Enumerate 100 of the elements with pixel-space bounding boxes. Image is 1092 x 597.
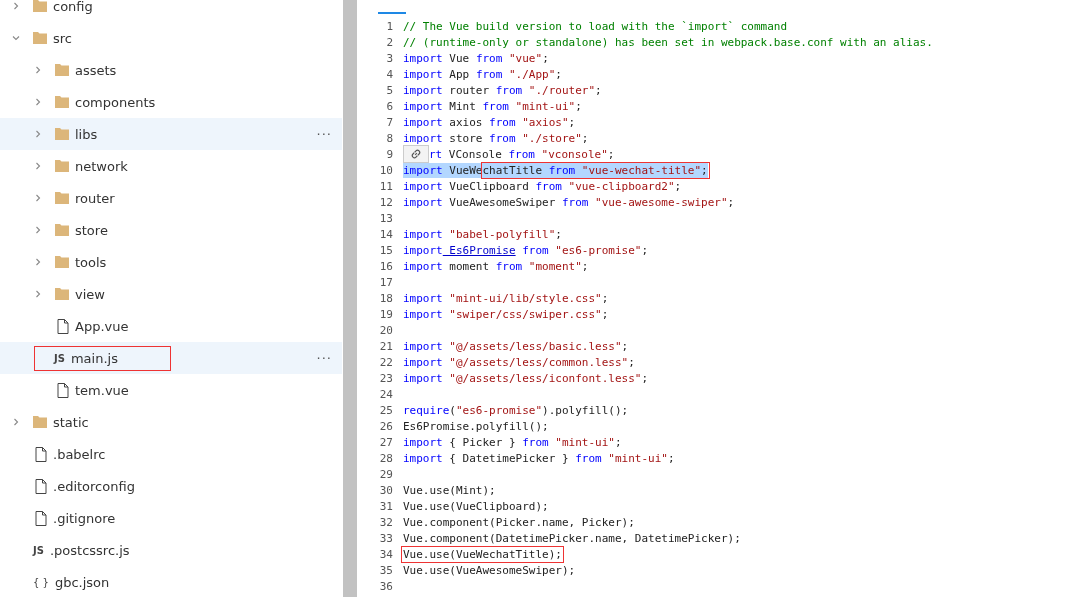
chevron-icon[interactable] — [33, 289, 43, 299]
file-name: static — [53, 414, 89, 430]
chevron-icon[interactable] — [33, 257, 43, 267]
code-line: import "mint-ui/lib/style.css"; — [403, 290, 609, 306]
tree-item[interactable]: JS main.js ··· — [0, 342, 342, 374]
line-number: 21 — [378, 339, 393, 353]
tree-item[interactable]: { } gbc.json — [0, 566, 342, 597]
line-number: 3 — [385, 51, 393, 65]
folder-icon — [33, 416, 47, 428]
tree-item[interactable]: view — [0, 278, 342, 310]
line-number: 26 — [378, 419, 393, 433]
more-button[interactable]: ··· — [316, 350, 332, 366]
line-number: 19 — [378, 307, 393, 321]
chevron-icon[interactable] — [11, 33, 21, 43]
line-number: 29 — [378, 467, 393, 481]
code-line: require("es6-promise").polyfill(); — [403, 402, 629, 418]
line-number: 4 — [385, 67, 393, 81]
more-button[interactable]: ··· — [316, 126, 332, 142]
code-line: Vue.component(DatetimePicker.name, DatetimePicker); — [403, 530, 741, 546]
tree-item[interactable]: .editorconfig — [0, 470, 342, 502]
chevron-icon[interactable] — [33, 97, 43, 107]
file-name: .babelrc — [53, 446, 106, 462]
tree-item[interactable]: static — [0, 406, 342, 438]
file-icon — [35, 446, 47, 462]
scrollbar[interactable] — [343, 0, 357, 597]
link-button[interactable] — [403, 145, 429, 163]
folder-icon — [55, 224, 69, 236]
file-icon — [35, 478, 47, 494]
code-line: import "babel-polyfill"; — [403, 226, 562, 242]
line-number: 27 — [378, 435, 393, 449]
code-line: import "@/assets/less/basic.less"; — [403, 338, 629, 354]
line-number: 2 — [385, 35, 393, 49]
file-type-label: JS — [54, 352, 65, 364]
line-number: 17 — [378, 275, 393, 289]
file-name: network — [75, 158, 128, 174]
tree-item[interactable]: libs ··· — [0, 118, 342, 150]
file-type-label: JS — [33, 544, 44, 556]
file-icon — [35, 510, 47, 526]
line-number: 9 — [385, 147, 393, 161]
chevron-icon[interactable] — [33, 193, 43, 203]
code-line: Vue.use(VueWechatTitle); — [403, 546, 562, 562]
file-name: main.js — [70, 350, 118, 366]
line-number: 12 — [378, 195, 393, 209]
folder-icon — [55, 96, 69, 108]
file-name: config — [53, 0, 93, 14]
folder-icon — [33, 0, 47, 12]
line-number: 36 — [378, 579, 393, 593]
folder-icon — [55, 64, 69, 76]
tree-item[interactable]: .babelrc — [0, 438, 342, 470]
line-number: 32 — [378, 515, 393, 529]
file-name: libs — [75, 126, 98, 142]
code-line: import Mint from "mint-ui"; — [403, 98, 582, 114]
line-number: 13 — [378, 211, 393, 225]
line-number: 33 — [378, 531, 393, 545]
folder-icon — [55, 256, 69, 268]
file-name: store — [75, 222, 108, 238]
tree-item[interactable]: router — [0, 182, 342, 214]
folder-icon — [55, 288, 69, 300]
code-line: import "swiper/css/swiper.css"; — [403, 306, 609, 322]
code-line: import VueAwesomeSwiper from "vue-awesome-swiper"; — [403, 194, 735, 210]
code-line: import Vue from "vue"; — [403, 50, 549, 66]
folder-icon — [55, 128, 69, 140]
line-number: 35 — [378, 563, 393, 577]
code-line: Vue.use(VueClipboard); — [403, 498, 549, 514]
tree-item[interactable]: store — [0, 214, 342, 246]
code-line: Vue.use(Mint); — [403, 482, 496, 498]
file-type-label: { } — [33, 576, 49, 588]
line-number: 14 — [378, 227, 393, 241]
chevron-icon[interactable] — [33, 129, 43, 139]
code-line: import { Picker } from "mint-ui"; — [403, 434, 622, 450]
code-line: Vue.component(Picker.name, Picker); — [403, 514, 635, 530]
tree-item[interactable]: .gitignore — [0, 502, 342, 534]
file-icon — [57, 382, 69, 398]
file-name: router — [75, 190, 115, 206]
file-name: components — [75, 94, 156, 110]
line-number: 5 — [385, 83, 393, 97]
code-line: Es6Promise.polyfill(); — [403, 418, 549, 434]
chevron-icon[interactable] — [33, 65, 43, 75]
chevron-icon[interactable] — [33, 161, 43, 171]
chevron-icon[interactable] — [11, 1, 21, 11]
file-icon — [57, 318, 69, 334]
chevron-icon[interactable] — [11, 417, 21, 427]
line-number: 7 — [385, 115, 393, 129]
chevron-icon[interactable] — [33, 225, 43, 235]
tree-item[interactable]: JS .postcssrc.js — [0, 534, 342, 566]
line-number: 30 — [378, 483, 393, 497]
code-line: import "@/assets/less/iconfont.less"; — [403, 370, 649, 386]
tree-item[interactable]: App.vue — [0, 310, 342, 342]
tree-item[interactable]: tools — [0, 246, 342, 278]
line-number: 8 — [385, 131, 393, 145]
tree-item[interactable]: tem.vue — [0, 374, 342, 406]
tree-item[interactable]: components — [0, 86, 342, 118]
file-name: gbc.json — [54, 574, 110, 590]
code-line: // The Vue build version to load with the `import` command — [403, 18, 788, 34]
line-number: 6 — [385, 99, 393, 113]
tree-item[interactable]: network — [0, 150, 342, 182]
file-name: view — [75, 286, 105, 302]
tree-item[interactable]: src — [0, 22, 342, 54]
tree-item[interactable]: assets — [0, 54, 342, 86]
tree-item[interactable]: config — [0, 0, 342, 22]
